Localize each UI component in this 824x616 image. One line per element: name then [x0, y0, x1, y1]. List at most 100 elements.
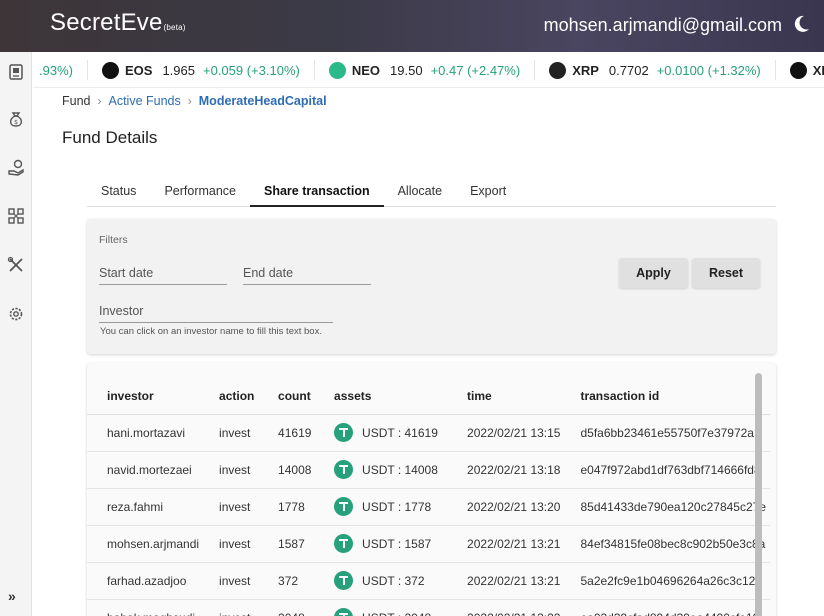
table-row: hani.mortazavi invest 41619 USDT : 41619 202… [87, 414, 771, 452]
asset-chip: USDT : 372 [334, 571, 447, 590]
tether-icon [334, 571, 354, 590]
table-body: hani.mortazavi invest 41619 USDT : 41619 202… [87, 414, 771, 616]
investor-cell[interactable]: navid.mortezaei [87, 451, 200, 489]
count-cell: 1778 [258, 488, 315, 526]
time-cell: 2022/02/21 13:18 [447, 451, 561, 489]
ticker-change: .93%) [39, 62, 73, 78]
tab-allocate[interactable]: Allocate [384, 176, 456, 207]
action-cell: invest [199, 599, 259, 616]
tab-status[interactable]: Status [87, 176, 150, 207]
start-date-field[interactable] [99, 259, 227, 285]
breadcrumb: Fund › Active Funds › ModerateHeadCapita… [62, 94, 327, 108]
ticker-item: .93%) [33, 60, 88, 80]
tab-share-transaction[interactable]: Share transaction [250, 176, 384, 207]
sidebar: $ » [0, 52, 32, 616]
investor-cell[interactable]: hani.mortazavi [87, 414, 200, 452]
transaction-id-cell[interactable]: ea03d39cfad894d39ea4490cfe19 [560, 599, 771, 616]
ticker-item: NEO 19.50 +0.47 (+2.47%) [315, 60, 536, 80]
column-header-investor[interactable]: investor [87, 379, 200, 415]
investor-cell[interactable]: farhad.azadjoo [87, 562, 200, 600]
column-header-transaction-id[interactable]: transaction id [560, 379, 771, 415]
asset-amount: USDT : 1778 [362, 499, 432, 514]
gear-icon[interactable] [7, 305, 25, 323]
share-transactions-table-card: investor action count assets time transaction… [87, 363, 776, 616]
ticker-symbol: XRP [572, 62, 599, 78]
network-icon[interactable] [7, 207, 25, 225]
table-row: navid.mortezaei invest 14008 USDT : 14008 20… [87, 451, 771, 489]
column-header-action[interactable]: action [199, 379, 259, 415]
asset-chip: USDT : 2048 [334, 608, 447, 616]
ticker-symbol: XLM [812, 62, 824, 78]
ticker-symbol: NEO [351, 62, 381, 78]
table-header-row: investor action count assets time transaction… [87, 379, 771, 415]
ticker-item: XLM0.1800 [776, 60, 824, 80]
count-cell: 372 [258, 562, 315, 600]
start-date-input[interactable] [99, 259, 227, 283]
transaction-id-cell[interactable]: 5a2e2fc9e1b04696264a26c3c129 [560, 562, 771, 600]
assets-cell: USDT : 372 [314, 562, 448, 600]
time-cell: 2022/02/21 13:20 [447, 488, 561, 526]
asset-chip: USDT : 41619 [334, 423, 447, 442]
tether-icon [334, 534, 354, 553]
investor-field[interactable] [99, 297, 333, 323]
tab-export[interactable]: Export [456, 176, 520, 207]
investor-cell[interactable]: babak.maghsudi [87, 599, 200, 616]
tether-icon [334, 497, 354, 516]
assets-cell: USDT : 14008 [314, 451, 448, 489]
assets-cell: USDT : 1587 [314, 525, 448, 563]
tether-icon [334, 423, 354, 442]
apply-button[interactable]: Apply [619, 258, 688, 288]
investor-cell[interactable]: reza.fahmi [87, 488, 200, 526]
assets-cell: USDT : 41619 [314, 414, 448, 452]
action-cell: invest [199, 488, 259, 526]
end-date-field[interactable] [243, 259, 371, 285]
money-bag-icon[interactable]: $ [7, 110, 25, 128]
chevron-right-icon: › [97, 94, 102, 108]
svg-text:$: $ [14, 119, 18, 126]
tools-icon[interactable] [7, 256, 25, 274]
asset-chip: USDT : 1778 [334, 497, 447, 516]
breadcrumb-fund[interactable]: Fund [62, 94, 91, 108]
count-cell: 2048 [258, 599, 315, 616]
ticker-track: .93%) EOS 1.965 +0.059 (+3.10%) NEO 19.50 +0.4… [33, 52, 824, 87]
end-date-input[interactable] [243, 259, 371, 283]
asset-amount: USDT : 14008 [362, 462, 438, 477]
table-row: babak.maghsudiinvest2048 USDT : 2048 2022/… [87, 599, 771, 616]
time-cell: 2022/02/21 13:21 [447, 525, 561, 563]
ticker-change: +0.059 (+3.10%) [202, 62, 300, 78]
breadcrumb-active-funds[interactable]: Active Funds [109, 94, 181, 108]
column-header-assets[interactable]: assets [314, 379, 448, 415]
column-header-time[interactable]: time [447, 379, 561, 415]
investor-input[interactable] [99, 297, 333, 321]
hand-coin-icon[interactable] [7, 159, 25, 177]
transaction-id-cell[interactable]: 84ef34815fe08bec8c902b50e3c8a [560, 525, 771, 563]
tab-performance[interactable]: Performance [150, 176, 250, 207]
table-scrollbar[interactable] [755, 373, 762, 616]
page-title: Fund Details [62, 128, 158, 147]
asset-amount: USDT : 1587 [362, 536, 432, 551]
transaction-id-cell[interactable]: 85d41433de790ea120c27845c27e [560, 488, 771, 526]
transaction-id-cell[interactable]: d5fa6bb23461e55750f7e37972a1 [560, 414, 771, 452]
coin-logo-icon [328, 61, 346, 79]
asset-chip: USDT : 1587 [334, 534, 447, 553]
moon-icon[interactable] [794, 15, 810, 33]
time-cell: 2022/02/21 13:21 [447, 562, 561, 600]
ticker-price: 19.50 [390, 62, 423, 78]
investor-cell[interactable]: mohsen.arjmandi [87, 525, 200, 563]
share-transactions-table: investor action count assets time transaction… [87, 379, 771, 616]
action-cell: invest [199, 414, 259, 452]
ticker-symbol: EOS [124, 62, 153, 78]
transaction-id-cell[interactable]: e047f972abd1df763dbf714666fd8 [560, 451, 771, 489]
user-email[interactable]: mohsen.arjmandi@gmail.com [544, 15, 782, 36]
expand-sidebar-icon[interactable]: » [8, 588, 16, 604]
brand-logo[interactable]: SecretEve(beta) [50, 9, 186, 37]
column-header-count[interactable]: count [258, 379, 315, 415]
ticker-item: EOS 1.965 +0.059 (+3.10%) [88, 60, 315, 80]
count-cell: 41619 [258, 414, 315, 452]
reset-button[interactable]: Reset [692, 258, 760, 288]
asset-chip: USDT : 14008 [334, 460, 447, 479]
assets-cell: USDT : 2048 [314, 599, 448, 616]
ticker-price: 1.965 [162, 62, 195, 78]
dashboard-icon[interactable] [7, 63, 25, 81]
breadcrumb-current[interactable]: ModerateHeadCapital [199, 94, 327, 108]
